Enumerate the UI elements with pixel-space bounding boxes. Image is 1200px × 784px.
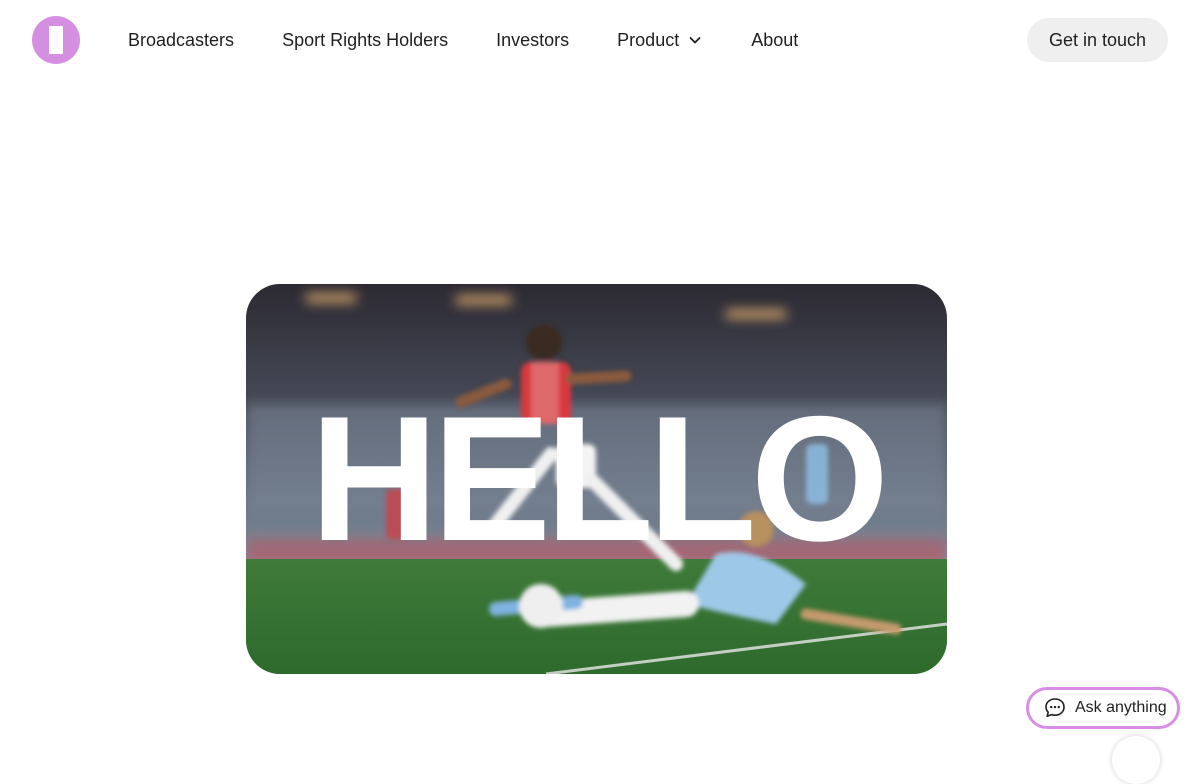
ask-anything-label: Ask anything [1075,699,1167,716]
nav-link-broadcasters[interactable]: Broadcasters [128,28,234,52]
chevron-down-icon [689,37,701,44]
hero-overlay-text: HELLO [309,379,889,578]
nav-link-product[interactable]: Product [617,28,703,52]
hero-image: HELLO [246,284,947,674]
get-in-touch-button[interactable]: Get in touch [1027,18,1168,62]
nav-link-product-label: Product [617,30,680,50]
scroll-button[interactable] [1112,736,1160,784]
nav-link-about[interactable]: About [751,28,798,52]
main-nav: Broadcasters Sport Rights Holders Invest… [128,28,846,52]
logo-icon[interactable] [32,16,80,64]
nav-link-sport-rights-holders[interactable]: Sport Rights Holders [282,28,448,52]
ask-anything-button[interactable]: Ask anything [1026,687,1180,729]
chat-bubble-icon [1045,698,1065,718]
logo-mark [49,26,63,54]
nav-link-investors[interactable]: Investors [496,28,569,52]
